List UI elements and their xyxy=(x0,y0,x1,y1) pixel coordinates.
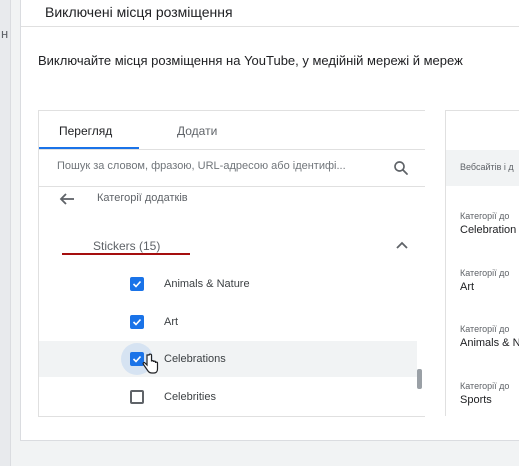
selected-item-type: Категорії до xyxy=(460,324,510,334)
selected-item: Категорії до Art xyxy=(460,268,519,293)
tab-add[interactable]: Додати xyxy=(177,124,217,138)
selected-item-type: Категорії до xyxy=(460,381,510,391)
active-tab-indicator xyxy=(39,147,139,149)
checkbox-checked[interactable] xyxy=(130,277,144,291)
selected-panel-header-label: Вебсайтів і д xyxy=(460,162,514,172)
hand-cursor-icon xyxy=(142,353,159,374)
left-panel-edge: н xyxy=(0,0,11,466)
selected-item: Категорії до Sports xyxy=(460,381,519,406)
item-label: Art xyxy=(164,316,179,328)
search-input[interactable] xyxy=(57,160,377,172)
list-item[interactable]: Celebrations xyxy=(39,341,417,377)
selected-item-value: Art xyxy=(460,281,475,293)
selected-panel-header: Вебсайтів і д xyxy=(446,150,519,186)
left-panel-glyph: н xyxy=(1,26,9,41)
selected-item-value: Animals & N xyxy=(460,337,519,349)
annotation-underline xyxy=(62,253,190,255)
item-label: Animals & Nature xyxy=(164,278,250,290)
selected-item-type: Категорії до xyxy=(460,268,510,278)
card-description: Виключайте місця розміщення на YouTube, … xyxy=(38,53,463,68)
chevron-up-icon[interactable] xyxy=(395,239,409,251)
search-bar xyxy=(39,150,425,187)
group-label: Stickers (15) xyxy=(93,239,161,253)
tab-browse[interactable]: Перегляд xyxy=(59,124,112,138)
list-item[interactable]: Art xyxy=(39,304,417,340)
category-group-header[interactable]: Stickers (15) xyxy=(39,231,425,261)
checkbox-checked[interactable] xyxy=(130,315,144,329)
breadcrumb: Категорії додатків xyxy=(39,189,425,211)
item-label: Celebrities xyxy=(164,391,216,403)
selected-item-type: Категорії до xyxy=(460,211,510,221)
selected-item-value: Sports xyxy=(460,394,492,406)
placement-picker: Перегляд Додати Категорії додатків Stick… xyxy=(38,110,425,417)
selected-item: Категорії до Celebration xyxy=(460,211,519,236)
arrow-back-icon[interactable] xyxy=(59,192,75,206)
checkbox-unchecked[interactable] xyxy=(130,390,144,404)
selected-item-value: Celebration xyxy=(460,224,517,236)
list-item[interactable]: Animals & Nature xyxy=(39,266,417,302)
search-icon[interactable] xyxy=(392,159,410,177)
card-title: Виключені місця розміщення xyxy=(45,4,233,20)
scrollbar-thumb[interactable] xyxy=(417,369,422,389)
selected-item: Категорії до Animals & N xyxy=(460,324,519,349)
picker-tabs: Перегляд Додати xyxy=(39,111,425,150)
list-item[interactable]: Celebrities xyxy=(39,379,417,415)
item-label: Celebrations xyxy=(164,353,226,365)
breadcrumb-label: Категорії додатків xyxy=(97,192,188,204)
card-divider xyxy=(21,26,519,27)
selected-placements-panel: Вебсайтів і д Категорії до Celebration К… xyxy=(445,110,519,416)
